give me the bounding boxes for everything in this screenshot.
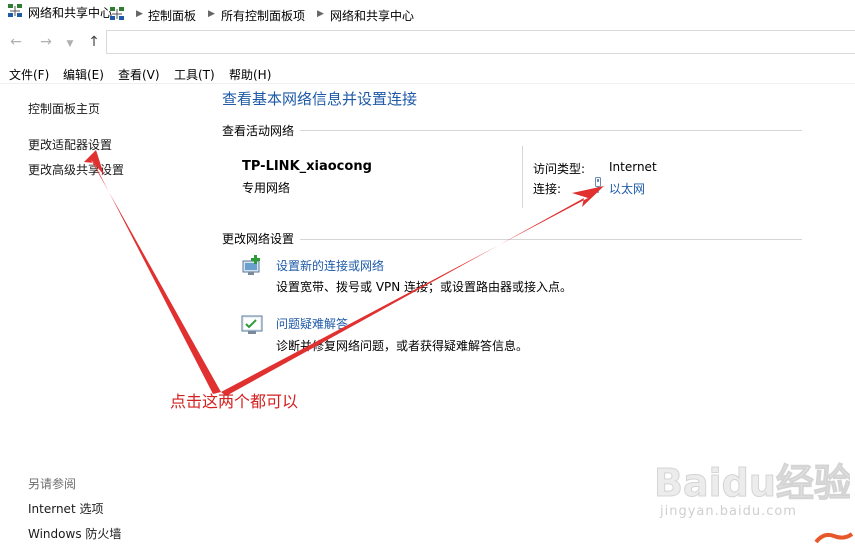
menu-tools[interactable]: 工具(T) [174, 66, 215, 83]
navigation-bar: ← → ▼ ↑ [0, 28, 855, 56]
sidebar-link-change-adapter-settings[interactable]: 更改适配器设置 [28, 136, 112, 153]
connection-label: 连接: [533, 182, 562, 196]
address-bar[interactable] [106, 30, 855, 54]
troubleshoot-icon [241, 315, 263, 334]
breadcrumb-separator-icon[interactable]: ▶ [317, 9, 324, 19]
sidebar-link-control-panel-home[interactable]: 控制面板主页 [28, 100, 100, 117]
menu-view[interactable]: 查看(V) [118, 66, 160, 83]
access-type-label: 访问类型: [533, 162, 586, 176]
page-title: 查看基本网络信息并设置连接 [222, 90, 418, 108]
breadcrumb-all-items[interactable]: 所有控制面板项 [221, 7, 305, 24]
see-also-windows-firewall[interactable]: Windows 防火墙 [28, 525, 121, 542]
section-divider [300, 130, 802, 131]
annotation-arrow-to-adapter-settings [84, 150, 221, 394]
change-settings-heading: 更改网络设置 [222, 232, 295, 246]
section-divider [300, 239, 802, 240]
ethernet-connection-link[interactable]: 以太网 [609, 180, 645, 197]
corner-stamp-mark [814, 532, 854, 544]
breadcrumb-control-panel[interactable]: 控制面板 [148, 7, 196, 24]
vertical-divider [522, 146, 523, 208]
network-center-icon [8, 4, 22, 17]
menu-help[interactable]: 帮助(H) [229, 66, 271, 83]
watermark-url: jingyan.baidu.com [660, 504, 797, 519]
see-also-heading: 另请参阅 [28, 477, 77, 491]
annotation-text: 点击这两个都可以 [170, 392, 299, 411]
active-networks-heading: 查看活动网络 [222, 124, 295, 138]
menu-edit[interactable]: 编辑(E) [63, 66, 104, 83]
network-type: 专用网络 [242, 181, 291, 195]
title-bar: 网络和共享中心 [0, 0, 855, 24]
new-connection-icon [242, 255, 260, 275]
back-arrow-icon[interactable]: ← [8, 34, 24, 50]
network-name: TP-LINK_xiaocong [242, 159, 372, 174]
troubleshoot-problems-link[interactable]: 问题疑难解答 [276, 315, 348, 332]
up-arrow-icon[interactable]: ↑ [86, 34, 102, 50]
recent-locations-chevron-icon[interactable]: ▼ [62, 36, 78, 52]
setup-new-connection-link[interactable]: 设置新的连接或网络 [276, 257, 384, 274]
troubleshoot-problems-description: 诊断并修复网络问题，或者获得疑难解答信息。 [276, 339, 529, 353]
see-also-internet-options[interactable]: Internet 选项 [28, 500, 103, 517]
forward-arrow-icon[interactable]: → [38, 34, 54, 50]
breadcrumb-separator-icon[interactable]: ▶ [208, 9, 215, 19]
breadcrumb-network-center[interactable]: 网络和共享中心 [330, 7, 414, 24]
menu-file[interactable]: 文件(F) [9, 66, 49, 83]
setup-new-connection-description: 设置宽带、拨号或 VPN 连接；或设置路由器或接入点。 [276, 280, 573, 294]
access-type-value: Internet [609, 160, 657, 174]
ethernet-icon [595, 177, 601, 193]
breadcrumb-separator-icon[interactable]: ▶ [136, 9, 143, 19]
svg-text:Baidu经验: Baidu经验 [654, 461, 850, 505]
window-title: 网络和共享中心 [28, 6, 113, 20]
sidebar-link-advanced-sharing[interactable]: 更改高级共享设置 [28, 161, 124, 178]
control-panel-icon [110, 7, 124, 20]
